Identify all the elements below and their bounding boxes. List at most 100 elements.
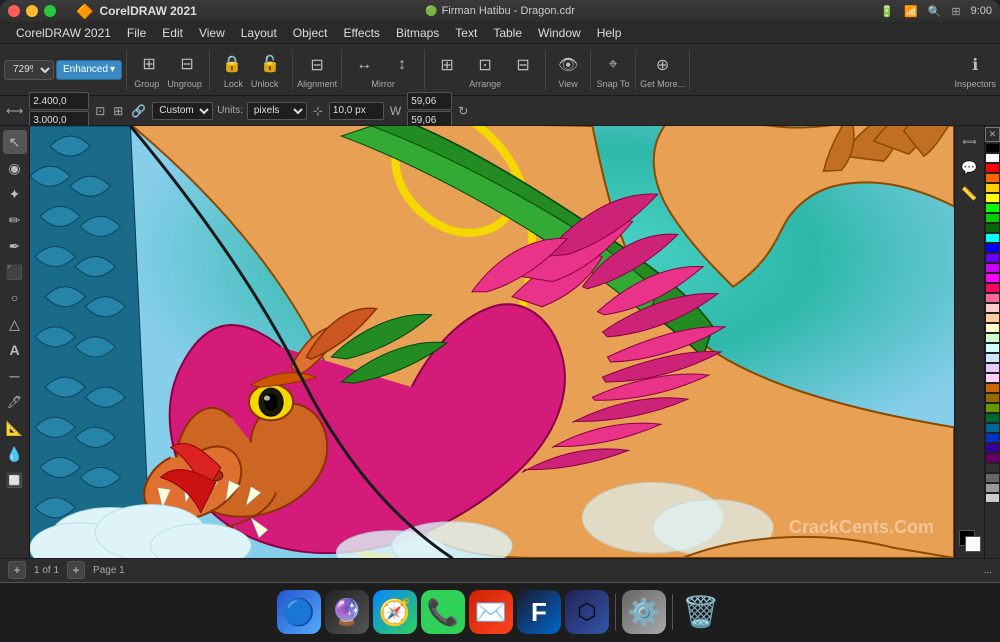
text-tool[interactable]: A bbox=[3, 338, 27, 362]
color-swatch[interactable] bbox=[985, 173, 1000, 183]
menu-window[interactable]: Window bbox=[530, 24, 589, 42]
zoom-select[interactable]: 729% 100% 200% 400% bbox=[4, 60, 54, 80]
fill-tool[interactable]: 💧 bbox=[3, 442, 27, 466]
arrange3-button[interactable]: ⊟ bbox=[505, 51, 541, 79]
line-tool[interactable]: ─ bbox=[3, 364, 27, 388]
rect-tool[interactable]: ⬛ bbox=[3, 260, 27, 284]
menu-text[interactable]: Text bbox=[447, 24, 485, 42]
color-swatch[interactable] bbox=[985, 163, 1000, 173]
units-select[interactable]: pixels inches cm mm bbox=[247, 102, 307, 120]
color-swatch[interactable] bbox=[985, 373, 1000, 383]
color-swatch[interactable] bbox=[985, 193, 1000, 203]
get-more-button[interactable]: ⊕ bbox=[645, 51, 681, 79]
menu-help[interactable]: Help bbox=[589, 24, 630, 42]
menu-edit[interactable]: Edit bbox=[154, 24, 191, 42]
ellipse-tool[interactable]: ○ bbox=[3, 286, 27, 310]
select-tool[interactable]: ↖ bbox=[3, 130, 27, 154]
dock-trash[interactable]: 🗑️ bbox=[679, 590, 723, 634]
dock-launchpad[interactable]: ⬡ bbox=[565, 590, 609, 634]
color-swatch[interactable] bbox=[985, 353, 1000, 363]
fill-stroke-selector[interactable] bbox=[959, 530, 981, 552]
minimize-button[interactable] bbox=[26, 5, 38, 17]
color-swatch[interactable] bbox=[985, 273, 1000, 283]
color-swatch[interactable] bbox=[985, 443, 1000, 453]
interactive-fill-tool[interactable]: 🔲 bbox=[3, 468, 27, 492]
color-swatch[interactable] bbox=[985, 293, 1000, 303]
unlock-button[interactable]: 🔓 bbox=[252, 50, 288, 78]
color-swatch[interactable] bbox=[985, 253, 1000, 263]
arrange-button[interactable]: ⊞ bbox=[429, 51, 465, 79]
menu-layout[interactable]: Layout bbox=[233, 24, 285, 42]
artistic-media-tool[interactable]: 🖊 bbox=[3, 390, 27, 414]
pen-tool[interactable]: ✒ bbox=[3, 234, 27, 258]
dimension-tool[interactable]: 📐 bbox=[3, 416, 27, 440]
search-icon[interactable]: 🔍 bbox=[928, 5, 942, 18]
node-tool[interactable]: ◉ bbox=[3, 156, 27, 180]
lock-button[interactable]: 🔒 bbox=[214, 50, 250, 78]
dock-finder[interactable]: 🔵 bbox=[277, 590, 321, 634]
dock-mail[interactable]: ✉️ bbox=[469, 590, 513, 634]
color-swatch[interactable] bbox=[985, 183, 1000, 193]
dock-system-prefs[interactable]: ⚙️ bbox=[622, 590, 666, 634]
color-swatch[interactable] bbox=[985, 313, 1000, 323]
arrange2-button[interactable]: ⊡ bbox=[467, 51, 503, 79]
mirror-h-button[interactable]: ↔ bbox=[346, 51, 382, 79]
maximize-button[interactable] bbox=[44, 5, 56, 17]
menu-file[interactable]: File bbox=[119, 24, 154, 42]
color-swatch[interactable] bbox=[985, 483, 1000, 493]
color-swatch[interactable] bbox=[985, 323, 1000, 333]
ruler-tool[interactable]: 📏 bbox=[958, 182, 982, 206]
dock-freeform[interactable]: F bbox=[517, 590, 561, 634]
ungroup-button[interactable]: ⊟ bbox=[169, 50, 205, 78]
group-button[interactable]: ⊞ bbox=[131, 50, 167, 78]
color-swatch[interactable] bbox=[985, 383, 1000, 393]
inspectors-button[interactable]: ℹ bbox=[957, 51, 993, 79]
custom-size-select[interactable]: Custom bbox=[152, 102, 213, 120]
snap-to-button[interactable]: ⌖ bbox=[595, 51, 631, 79]
position-x-input[interactable] bbox=[29, 92, 89, 110]
dock-siri[interactable]: 🔮 bbox=[325, 590, 369, 634]
color-swatch[interactable] bbox=[985, 243, 1000, 253]
view-button[interactable]: 👁 bbox=[550, 51, 586, 79]
more-options[interactable]: ... bbox=[984, 565, 992, 576]
color-swatch[interactable] bbox=[985, 493, 1000, 503]
color-swatch[interactable] bbox=[985, 143, 1000, 153]
freehand-tool[interactable]: ✏ bbox=[3, 208, 27, 232]
polygon-tool[interactable]: △ bbox=[3, 312, 27, 336]
menu-view[interactable]: View bbox=[191, 24, 233, 42]
close-button[interactable] bbox=[8, 5, 20, 17]
width-input[interactable] bbox=[407, 92, 452, 110]
color-swatch[interactable] bbox=[985, 233, 1000, 243]
color-swatch[interactable] bbox=[985, 303, 1000, 313]
no-color-swatch[interactable]: ✕ bbox=[985, 127, 1000, 142]
menu-effects[interactable]: Effects bbox=[335, 24, 387, 42]
color-swatch[interactable] bbox=[985, 363, 1000, 373]
color-swatch[interactable] bbox=[985, 223, 1000, 233]
color-swatch[interactable] bbox=[985, 213, 1000, 223]
menu-table[interactable]: Table bbox=[485, 24, 530, 42]
menu-coreldraw[interactable]: CorelDRAW 2021 bbox=[8, 24, 119, 42]
transform-tool[interactable]: ✦ bbox=[3, 182, 27, 206]
menu-bitmaps[interactable]: Bitmaps bbox=[388, 24, 447, 42]
alignment-button[interactable]: ⊟ bbox=[299, 51, 335, 79]
color-swatch[interactable] bbox=[985, 403, 1000, 413]
color-swatch[interactable] bbox=[985, 473, 1000, 483]
mirror-v-button[interactable]: ↕ bbox=[384, 51, 420, 79]
zoom-control[interactable]: 729% 100% 200% 400% bbox=[4, 60, 54, 80]
color-swatch[interactable] bbox=[985, 433, 1000, 443]
color-swatch[interactable] bbox=[985, 463, 1000, 473]
color-swatch[interactable] bbox=[985, 263, 1000, 273]
color-swatch[interactable] bbox=[985, 413, 1000, 423]
view-mode-button[interactable]: Enhanced ▾ bbox=[56, 60, 122, 80]
dock-safari[interactable]: 🧭 bbox=[373, 590, 417, 634]
color-swatch[interactable] bbox=[985, 423, 1000, 433]
color-swatch[interactable] bbox=[985, 453, 1000, 463]
add-page-after-button[interactable]: + bbox=[67, 561, 85, 579]
color-swatch[interactable] bbox=[985, 153, 1000, 163]
resize-handle[interactable]: ⟺ bbox=[958, 130, 982, 154]
add-page-button[interactable]: + bbox=[8, 561, 26, 579]
color-swatch[interactable] bbox=[985, 203, 1000, 213]
color-swatch[interactable] bbox=[985, 393, 1000, 403]
comment-tool[interactable]: 💬 bbox=[958, 156, 982, 180]
color-swatch[interactable] bbox=[985, 343, 1000, 353]
